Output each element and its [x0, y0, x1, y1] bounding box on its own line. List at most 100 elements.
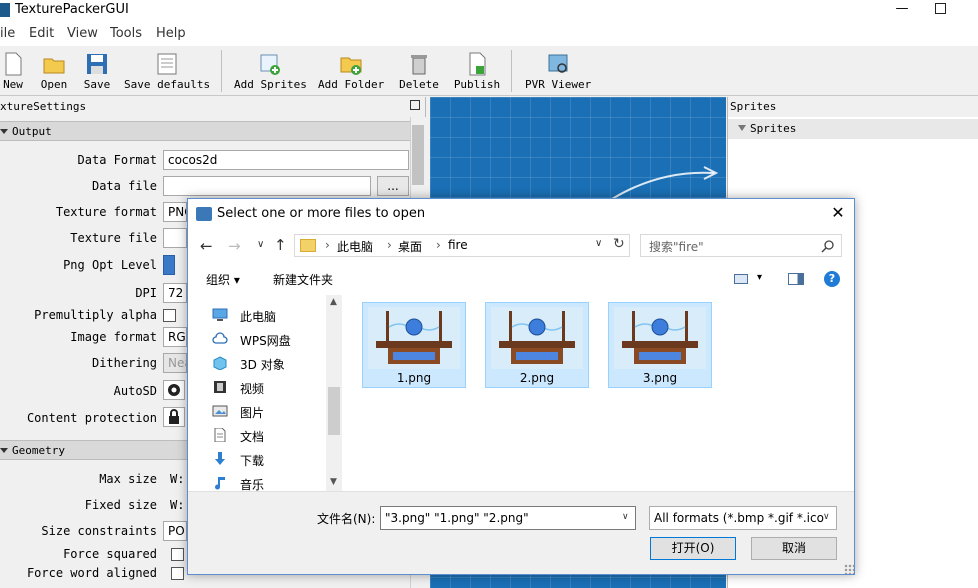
breadcrumb-fire[interactable]: fire: [448, 238, 468, 252]
filename-dropdown-icon[interactable]: ∨: [622, 512, 629, 522]
settings-scrollbar-thumb[interactable]: [412, 125, 424, 185]
menu-tools[interactable]: Tools: [110, 26, 142, 41]
scroll-up-icon[interactable]: ▲: [330, 297, 337, 307]
force-squared-checkbox[interactable]: [171, 548, 184, 561]
up-arrow-icon[interactable]: ↑: [274, 236, 287, 254]
data-file-input[interactable]: [163, 176, 371, 196]
add-folder-label: Add Folder: [318, 78, 385, 91]
max-size-label: Max size: [99, 472, 157, 486]
size-constraints-select[interactable]: PO: [163, 521, 187, 541]
search-icon: [821, 240, 834, 253]
file-item[interactable]: 3.png: [608, 302, 712, 388]
toolbar-separator: [221, 50, 222, 92]
help-icon[interactable]: ?: [824, 271, 840, 287]
address-bar[interactable]: › 此电脑 › 桌面 › fire ∨ ↻: [294, 234, 630, 257]
dialog-close-button[interactable]: ✕: [828, 203, 848, 223]
trash-icon: [411, 55, 427, 75]
open-button[interactable]: 打开(O): [650, 537, 736, 560]
save-button[interactable]: Save: [80, 46, 114, 94]
maximize-button[interactable]: [930, 1, 950, 17]
gear-icon: [168, 384, 180, 396]
png-opt-level-slider[interactable]: [163, 255, 175, 275]
save-defaults-icon: [157, 53, 177, 75]
image-format-label: Image format: [70, 330, 157, 344]
scroll-down-icon[interactable]: ▼: [330, 477, 337, 487]
breadcrumb-this-pc[interactable]: 此电脑: [337, 238, 373, 255]
dithering-select[interactable]: Nea: [163, 353, 187, 373]
new-folder-button[interactable]: 新建文件夹: [273, 271, 333, 288]
address-dropdown-icon[interactable]: ∨: [595, 238, 602, 249]
3d-objects-icon: [213, 356, 227, 370]
fixed-size-label: Fixed size: [84, 498, 157, 512]
nav-pane-scrollbar-thumb[interactable]: [328, 387, 340, 435]
file-list: 1.png 2.png 3.png: [346, 295, 854, 491]
view-dropdown-icon[interactable]: ▾: [757, 272, 762, 283]
breadcrumb-desktop[interactable]: 桌面: [398, 238, 422, 255]
breadcrumb-separator: ›: [387, 238, 392, 252]
add-sprites-icon: [260, 54, 280, 75]
data-format-select[interactable]: cocos2d: [163, 150, 409, 170]
add-sprites-button[interactable]: Add Sprites: [234, 46, 307, 94]
nav-label: 下载: [240, 454, 265, 468]
new-file-icon: [5, 52, 22, 76]
open-button[interactable]: Open: [36, 46, 72, 94]
publish-button[interactable]: Publish: [452, 46, 502, 94]
add-folder-button[interactable]: Add Folder: [318, 46, 384, 94]
dpi-input[interactable]: 72: [163, 283, 187, 303]
minimize-button[interactable]: —: [892, 1, 912, 17]
data-file-browse-button[interactable]: ...: [377, 176, 409, 196]
back-arrow-icon[interactable]: ←: [200, 237, 213, 255]
dithering-label: Dithering: [91, 356, 157, 370]
file-name: 2.png: [519, 371, 555, 385]
new-button[interactable]: New: [0, 46, 26, 94]
force-word-aligned-checkbox[interactable]: [171, 567, 184, 580]
open-folder-icon: [43, 58, 65, 74]
content-protection-button[interactable]: [163, 407, 185, 427]
autosd-label: AutoSD: [113, 384, 157, 398]
size-constraints-label: Size constraints: [41, 524, 157, 538]
output-section-header[interactable]: Output: [0, 121, 410, 141]
cancel-button[interactable]: 取消: [751, 537, 837, 560]
png-opt-level-label: Png Opt Level: [63, 258, 157, 272]
png-thumbnail-icon: [491, 307, 583, 369]
fixed-size-w: W:: [170, 498, 185, 512]
navigation-pane: 此电脑 WPS网盘 3D 对象 视频 图片 文档 下载 音乐: [188, 295, 342, 492]
refresh-icon[interactable]: ↻: [613, 236, 625, 252]
file-item[interactable]: 1.png: [362, 302, 466, 388]
premultiply-alpha-checkbox[interactable]: [163, 309, 176, 322]
nav-label: 3D 对象: [240, 358, 285, 372]
organize-menu[interactable]: 组织 ▾: [206, 271, 240, 288]
texture-format-select[interactable]: PNG: [163, 202, 187, 222]
autosd-button[interactable]: [163, 380, 185, 400]
menu-view[interactable]: View: [67, 26, 98, 41]
dialog-command-bar: 组织 ▾ 新建文件夹 ▾ ?: [188, 266, 854, 294]
float-panel-button[interactable]: [410, 100, 420, 110]
filename-input[interactable]: "3.png" "1.png" "2.png": [380, 506, 636, 530]
settings-header: xtureSettings: [0, 100, 87, 113]
menu-file[interactable]: ile: [0, 26, 15, 41]
nav-label: 视频: [240, 382, 265, 396]
file-name: 3.png: [642, 371, 678, 385]
menu-help[interactable]: Help: [156, 26, 186, 41]
file-item[interactable]: 2.png: [485, 302, 589, 388]
menu-edit[interactable]: Edit: [29, 26, 54, 41]
forward-arrow-icon[interactable]: →: [228, 237, 241, 255]
texture-file-input[interactable]: [163, 228, 187, 248]
sprites-tree-root[interactable]: Sprites: [728, 119, 978, 139]
file-type-dropdown-icon[interactable]: ∨: [823, 512, 830, 522]
view-mode-icon[interactable]: [734, 274, 748, 284]
save-label: Save: [83, 78, 111, 91]
nav-label: 文档: [240, 430, 265, 444]
toolbar: New Open Save Save defaults Add Sprites …: [0, 46, 978, 96]
file-type-select[interactable]: All formats (*.bmp *.gif *.ico: [649, 506, 837, 530]
save-defaults-button[interactable]: Save defaults: [124, 46, 210, 94]
image-format-select[interactable]: RGB: [163, 327, 187, 347]
search-input[interactable]: 搜索"fire": [640, 234, 842, 257]
pvr-viewer-button[interactable]: PVR Viewer: [525, 46, 591, 94]
force-squared-label: Force squared: [63, 547, 157, 561]
resize-grip[interactable]: [844, 564, 854, 574]
preview-pane-icon[interactable]: [788, 273, 804, 285]
recent-locations-icon[interactable]: ∨: [257, 239, 264, 250]
delete-button[interactable]: Delete: [397, 46, 441, 94]
publish-icon: [469, 52, 486, 76]
